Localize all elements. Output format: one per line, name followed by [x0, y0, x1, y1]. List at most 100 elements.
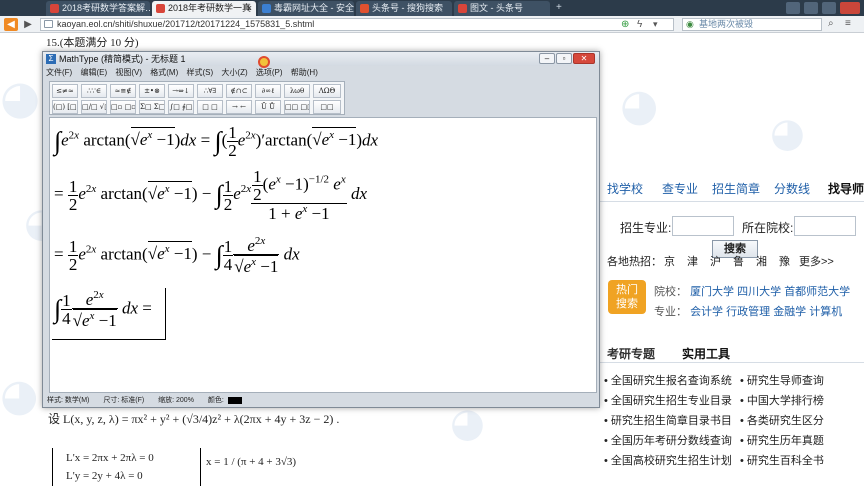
- greek-upper-palette-button[interactable]: ΛΩΘ: [313, 84, 341, 98]
- menu-size[interactable]: 大小(Z): [221, 68, 247, 77]
- menu-format[interactable]: 格式(M): [150, 68, 178, 77]
- major-label: 招生专业:: [620, 221, 672, 235]
- close-tab-icon[interactable]: ×: [247, 1, 252, 16]
- tool-link[interactable]: • 研究生历年真题: [740, 432, 824, 448]
- search-icon[interactable]: ⌕: [828, 18, 841, 30]
- embellishments-palette-button[interactable]: ≈≅∉: [110, 84, 136, 98]
- tab-find-major[interactable]: 查专业: [662, 180, 698, 197]
- hot-major-link[interactable]: 计算机: [809, 306, 842, 318]
- hot-badge-line1: 热门: [616, 284, 638, 296]
- hot-major-link[interactable]: 会计学: [690, 306, 723, 318]
- matrices-palette-button[interactable]: □□ □□: [284, 100, 310, 114]
- menu-help[interactable]: 帮助(H): [291, 68, 318, 77]
- tool-link[interactable]: • 全国历年考研分数线查询: [604, 432, 732, 448]
- tab-score-line[interactable]: 分数线: [774, 180, 810, 197]
- close-window-icon[interactable]: [840, 2, 860, 14]
- back-icon[interactable]: ◀: [4, 18, 18, 31]
- add-bookmark-icon[interactable]: ⊕: [621, 19, 629, 30]
- menu-edit[interactable]: 编辑(E): [80, 68, 107, 77]
- menu-options[interactable]: 选项(P): [256, 68, 283, 77]
- mathtype-status-bar: 样式: 数学(M) 尺寸: 标准(F) 缩放: 200% 颜色:: [47, 395, 597, 407]
- hot-major-link[interactable]: 行政管理: [726, 306, 770, 318]
- lightning-icon[interactable]: ϟ: [637, 19, 642, 30]
- new-tab-icon[interactable]: +: [556, 3, 568, 13]
- region-link[interactable]: 鲁: [733, 253, 744, 269]
- browser-tab-4[interactable]: 头条号 - 搜狗搜索: [356, 1, 452, 16]
- close-window-icon[interactable]: ✕: [573, 53, 595, 64]
- logic-palette-button[interactable]: ∴∀∃: [197, 84, 223, 98]
- region-link[interactable]: 京: [664, 253, 675, 269]
- misc-palette-button[interactable]: ∂∞ℓ: [255, 84, 281, 98]
- menu-style[interactable]: 样式(S): [187, 68, 214, 77]
- region-link[interactable]: 湘: [756, 253, 767, 269]
- mathtype-window: Σ MathType (精简模式) - 无标题 1 – ▫ ✕ 文件(F) 编辑…: [42, 51, 600, 408]
- equation-line-1: ∫e2x arctan(√ex −1)dx = ∫(1 2 e2x)′arctan(…: [54, 123, 379, 160]
- browser-tab-1[interactable]: 2018考研数学答案解…: [46, 1, 150, 16]
- browser-tab-5[interactable]: 图文 - 头条号: [454, 1, 550, 16]
- tab-find-school[interactable]: 找学校: [607, 180, 643, 197]
- hot-school-link[interactable]: 首都师范大学: [784, 286, 850, 298]
- major-input[interactable]: [672, 216, 734, 236]
- tool-link[interactable]: • 研究生百科全书: [740, 452, 824, 468]
- hot-school-link[interactable]: 厦门大学: [690, 286, 734, 298]
- url-input[interactable]: kaoyan.eol.cn/shiti/shuxue/201712/t20171…: [40, 18, 674, 31]
- hot-school-link[interactable]: 四川大学: [737, 286, 781, 298]
- site-favicon-icon: [50, 4, 59, 13]
- fraction-radical-palette-button[interactable]: □/□ √□: [81, 100, 107, 114]
- tab-kaoyan-topics[interactable]: 考研专题: [607, 345, 655, 362]
- tool-link[interactable]: • 研究生招生简章目录书目: [604, 412, 732, 428]
- mouse-cursor-highlight-icon: [258, 56, 270, 68]
- settings-icon[interactable]: [822, 2, 836, 14]
- tab-admission-guide[interactable]: 招生简章: [712, 180, 760, 197]
- more-regions-link[interactable]: 更多>>: [799, 253, 834, 269]
- integral-palette-button[interactable]: ∫□ ∮□: [168, 100, 194, 114]
- tool-link[interactable]: • 全国高校研究生招生计划: [604, 452, 732, 468]
- restore-icon[interactable]: [804, 2, 818, 14]
- fences-palette-button[interactable]: (□) [□]: [52, 100, 78, 114]
- subscript-palette-button[interactable]: □▫ □▫: [110, 100, 136, 114]
- menu-icon[interactable]: ≡: [845, 18, 858, 30]
- equation-editor-canvas[interactable]: ∫e2x arctan(√ex −1)dx = ∫(1 2 e2x)′arctan(…: [49, 117, 597, 393]
- mathtype-logo-icon: Σ: [46, 54, 56, 64]
- restore-icon[interactable]: ▫: [556, 53, 572, 64]
- boxes-palette-button[interactable]: □□: [313, 100, 341, 114]
- minimize-icon[interactable]: –: [539, 53, 555, 64]
- tool-link[interactable]: • 中国大学排行榜: [740, 392, 824, 408]
- watermark-logo-icon: ◕: [770, 110, 805, 156]
- browser-tab-3[interactable]: 毒霸网址大全 - 安全…: [258, 1, 354, 16]
- hot-major-link[interactable]: 金融学: [773, 306, 806, 318]
- tool-link[interactable]: • 各类研究生区分: [740, 412, 824, 428]
- spaces-palette-button[interactable]: ∴∵∈: [81, 84, 107, 98]
- tab-find-advisor[interactable]: 找导师: [828, 180, 864, 197]
- school-label: 所在院校:: [742, 221, 794, 235]
- forward-icon[interactable]: ▶: [21, 18, 35, 31]
- school-input[interactable]: [794, 216, 856, 236]
- sets-palette-button[interactable]: ∉∩⊂: [226, 84, 252, 98]
- operators-palette-button[interactable]: ±•⊗: [139, 84, 165, 98]
- region-link[interactable]: 沪: [710, 253, 721, 269]
- mathtype-title-bar[interactable]: Σ MathType (精简模式) - 无标题 1 – ▫ ✕: [43, 52, 599, 66]
- summation-palette-button[interactable]: Σ□ Σ□: [139, 100, 165, 114]
- bars-palette-button[interactable]: □ □: [197, 100, 223, 114]
- section-divider: [600, 362, 864, 363]
- tool-link[interactable]: • 全国研究生招生专业目录: [604, 392, 732, 408]
- minimize-icon[interactable]: [786, 2, 800, 14]
- tool-link[interactable]: • 全国研究生报名查询系统: [604, 372, 732, 388]
- tool-link[interactable]: • 研究生导师查询: [740, 372, 824, 388]
- chevron-down-icon[interactable]: ▾: [653, 19, 658, 30]
- menu-file[interactable]: 文件(F): [46, 68, 72, 77]
- region-link[interactable]: 豫: [779, 253, 790, 269]
- arrows-palette-button[interactable]: →⇔↓: [168, 84, 194, 98]
- watermark-logo-icon: ◕: [0, 370, 39, 421]
- menu-view[interactable]: 视图(V): [115, 68, 142, 77]
- labeled-arrows-palette-button[interactable]: → ←: [226, 100, 252, 114]
- region-link[interactable]: 津: [687, 253, 698, 269]
- browser-tab-2[interactable]: 2018年考研数学一真 ×: [152, 1, 256, 16]
- relations-palette-button[interactable]: ≤≠≈: [52, 84, 78, 98]
- products-palette-button[interactable]: Ū Ů: [255, 100, 281, 114]
- tab-practical-tools[interactable]: 实用工具: [682, 345, 730, 362]
- search-input[interactable]: ◉ 基地两次被毁: [682, 18, 822, 31]
- tab-label: 2018考研数学答案解…: [62, 3, 150, 13]
- greek-lower-palette-button[interactable]: λωθ: [284, 84, 310, 98]
- system-brace: [52, 448, 54, 486]
